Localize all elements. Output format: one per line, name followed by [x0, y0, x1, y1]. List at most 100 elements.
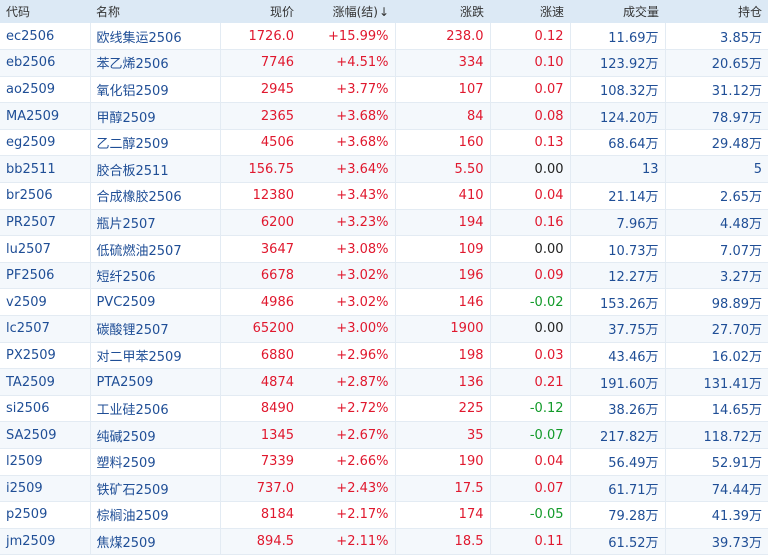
cell-price: 12380 — [220, 182, 300, 210]
cell-code: eb2506 — [0, 49, 91, 77]
cell-open-interest: 29.48万 — [665, 129, 768, 157]
cell-volume: 68.64万 — [570, 129, 666, 157]
cell-open-interest: 5 — [665, 155, 768, 184]
table-row[interactable]: br2506 合成橡胶2506 12380 +3.43% 410 0.04 21.14万 2.… — [0, 182, 768, 210]
cell-change-pct: +2.43% — [300, 475, 396, 503]
cell-code: MA2509 — [0, 102, 91, 130]
cell-code: PF2506 — [0, 262, 91, 290]
header-price[interactable]: 现价 — [220, 0, 300, 23]
cell-name: 焦煤2509 — [90, 528, 221, 555]
cell-change: 174 — [395, 501, 491, 529]
cell-change: 410 — [395, 182, 491, 210]
table-row[interactable]: eb2506 苯乙烯2506 7746 +4.51% 334 0.10 123.92万 20.… — [0, 49, 768, 77]
cell-price: 6200 — [220, 209, 300, 237]
header-change-pct-label: 涨幅(结) — [332, 5, 378, 19]
cell-price: 65200 — [220, 315, 300, 343]
table-row[interactable]: MA2509 甲醇2509 2365 +3.68% 84 0.08 124.20万 78.97… — [0, 102, 768, 130]
cell-change-pct: +2.96% — [300, 342, 396, 370]
cell-change-pct: +2.17% — [300, 501, 396, 529]
table-row[interactable]: ec2506 欧线集运2506 1726.0 +15.99% 238.0 0.12 11.6… — [0, 23, 768, 51]
cell-change: 5.50 — [395, 155, 491, 184]
cell-volume: 10.73万 — [570, 235, 666, 263]
header-name[interactable]: 名称 — [90, 0, 220, 23]
cell-change-pct: +3.23% — [300, 209, 396, 237]
cell-name: 对二甲苯2509 — [90, 342, 221, 370]
cell-price: 1345 — [220, 421, 300, 449]
table-row[interactable]: p2509 棕榈油2509 8184 +2.17% 174 -0.05 79.28万 41.3… — [0, 501, 768, 529]
header-speed[interactable]: 涨速 — [490, 0, 570, 23]
header-volume[interactable]: 成交量 — [570, 0, 665, 23]
cell-name: PTA2509 — [90, 368, 221, 396]
cell-code: bb2511 — [0, 155, 91, 184]
cell-code: si2506 — [0, 395, 91, 423]
table-row[interactable]: lu2507 低硫燃油2507 3647 +3.08% 109 0.00 10.73万 7.0… — [0, 235, 768, 263]
header-change[interactable]: 涨跌 — [395, 0, 490, 23]
cell-change: 17.5 — [395, 475, 491, 503]
table-row[interactable]: TA2509 PTA2509 4874 +2.87% 136 0.21 191.60万 131… — [0, 368, 768, 396]
table-row[interactable]: bb2511 胶合板2511 156.75 +3.64% 5.50 0.00 13 5 — [0, 155, 768, 184]
cell-speed: 0.00 — [490, 235, 571, 263]
table-row[interactable]: SA2509 纯碱2509 1345 +2.67% 35 -0.07 217.82万 118.… — [0, 421, 768, 449]
cell-name: 氧化铝2509 — [90, 76, 221, 104]
table-row[interactable]: ao2509 氧化铝2509 2945 +3.77% 107 0.07 108.32万 31.… — [0, 76, 768, 104]
cell-name: 塑料2509 — [90, 448, 221, 476]
cell-price: 4986 — [220, 288, 300, 317]
table-body: ec2506 欧线集运2506 1726.0 +15.99% 238.0 0.12 11.6… — [0, 23, 768, 555]
cell-speed: 0.00 — [490, 155, 571, 184]
cell-price: 3647 — [220, 235, 300, 263]
cell-open-interest: 16.02万 — [665, 342, 768, 370]
cell-change: 238.0 — [395, 23, 491, 51]
table-row[interactable]: eg2509 乙二醇2509 4506 +3.68% 160 0.13 68.64万 29.4… — [0, 129, 768, 157]
header-open-interest[interactable]: 持仓 — [665, 0, 768, 23]
table-row[interactable]: PR2507 瓶片2507 6200 +3.23% 194 0.16 7.96万 4.48万 — [0, 209, 768, 237]
table-row[interactable]: PF2506 短纤2506 6678 +3.02% 196 0.09 12.27万 3.27万 — [0, 262, 768, 290]
cell-change: 334 — [395, 49, 491, 77]
table-row[interactable]: si2506 工业硅2506 8490 +2.72% 225 -0.12 38.26万 14.… — [0, 395, 768, 423]
cell-open-interest: 14.65万 — [665, 395, 768, 423]
cell-change-pct: +3.43% — [300, 182, 396, 210]
cell-code: SA2509 — [0, 421, 91, 449]
cell-speed: -0.02 — [490, 288, 571, 317]
cell-volume: 37.75万 — [570, 315, 666, 343]
cell-code: lc2507 — [0, 315, 91, 343]
cell-volume: 153.26万 — [570, 288, 666, 317]
cell-open-interest: 118.72万 — [665, 421, 768, 449]
cell-price: 6678 — [220, 262, 300, 290]
cell-speed: -0.12 — [490, 395, 571, 423]
table-row[interactable]: i2509 铁矿石2509 737.0 +2.43% 17.5 0.07 61.71万 74.… — [0, 475, 768, 503]
cell-speed: 0.04 — [490, 182, 571, 210]
cell-change-pct: +3.02% — [300, 262, 396, 290]
cell-price: 156.75 — [220, 155, 300, 184]
cell-name: 乙二醇2509 — [90, 129, 221, 157]
cell-change-pct: +4.51% — [300, 49, 396, 77]
cell-name: 甲醇2509 — [90, 102, 221, 130]
cell-change: 109 — [395, 235, 491, 263]
cell-speed: 0.04 — [490, 448, 571, 476]
cell-code: PR2507 — [0, 209, 91, 237]
cell-volume: 217.82万 — [570, 421, 666, 449]
header-change-pct[interactable]: 涨幅(结)↓ — [300, 0, 395, 23]
cell-code: eg2509 — [0, 129, 91, 157]
cell-volume: 123.92万 — [570, 49, 666, 77]
cell-change-pct: +2.87% — [300, 368, 396, 396]
cell-volume: 61.71万 — [570, 475, 666, 503]
cell-volume: 11.69万 — [570, 23, 666, 51]
cell-change-pct: +3.02% — [300, 288, 396, 317]
cell-code: jm2509 — [0, 528, 91, 555]
table-row[interactable]: jm2509 焦煤2509 894.5 +2.11% 18.5 0.11 61.52万 39.… — [0, 528, 768, 555]
cell-volume: 43.46万 — [570, 342, 666, 370]
cell-open-interest: 7.07万 — [665, 235, 768, 263]
cell-code: ec2506 — [0, 23, 91, 51]
cell-name: 碳酸锂2507 — [90, 315, 221, 343]
cell-change: 107 — [395, 76, 491, 104]
table-row[interactable]: lc2507 碳酸锂2507 65200 +3.00% 1900 0.00 37.75万 27… — [0, 315, 768, 343]
table-row[interactable]: PX2509 对二甲苯2509 6880 +2.96% 198 0.03 43.46万 16.… — [0, 342, 768, 370]
table-row[interactable]: l2509 塑料2509 7339 +2.66% 190 0.04 56.49万 52.91万 — [0, 448, 768, 476]
header-code[interactable]: 代码 — [0, 0, 90, 23]
cell-change-pct: +3.64% — [300, 155, 396, 184]
table-row[interactable]: v2509 PVC2509 4986 +3.02% 146 -0.02 153.26万 98.… — [0, 288, 768, 317]
sort-descending-icon: ↓ — [378, 5, 389, 19]
cell-change-pct: +3.08% — [300, 235, 396, 263]
cell-open-interest: 3.85万 — [665, 23, 768, 51]
cell-price: 894.5 — [220, 528, 300, 555]
